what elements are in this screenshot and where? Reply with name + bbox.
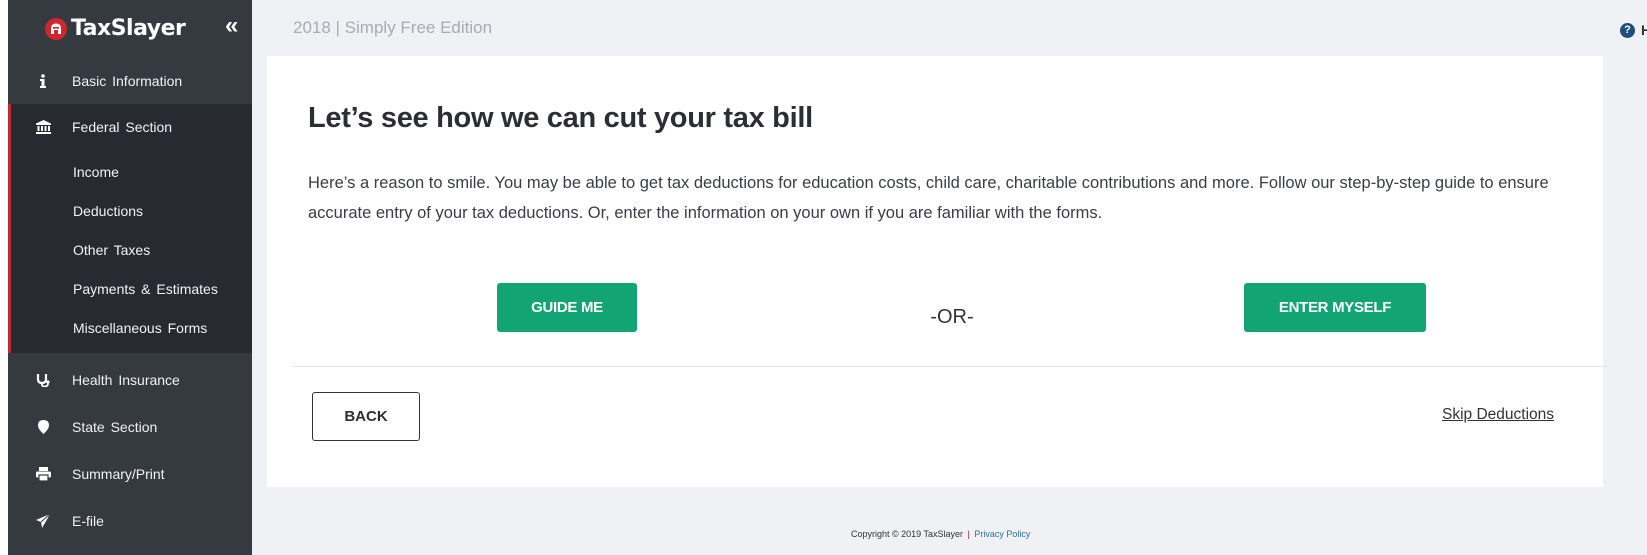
info-icon (8, 74, 72, 88)
collapse-sidebar-icon[interactable]: « (225, 14, 238, 38)
intro-paragraph: Here’s a reason to smile. You may be abl… (308, 174, 1549, 222)
stethoscope-icon (8, 373, 72, 387)
sidebar-item-label: Summary/Print (72, 466, 165, 482)
sidebar-subitem-deductions[interactable]: Deductions (11, 196, 252, 226)
sidebar-item-label: Federal Section (72, 119, 173, 135)
bank-icon (8, 120, 72, 134)
helmet-logo-icon (45, 17, 67, 40)
sidebar-item-label: Basic Information (72, 73, 183, 89)
sidebar-item-label: Health Insurance (72, 372, 180, 388)
sidebar-item-summary-print[interactable]: Summary/Print (8, 451, 252, 497)
guide-me-button[interactable]: GUIDE ME (497, 283, 637, 332)
sidebar-subitem-miscellaneous-forms[interactable]: Miscellaneous Forms (11, 313, 252, 343)
sidebar: TaxSlayer « Basic Information Federal Se… (8, 0, 252, 555)
page-title: Let’s see how we can cut your tax bill (308, 102, 813, 134)
sidebar-item-label: State Section (72, 419, 158, 435)
sidebar-item-state-section[interactable]: State Section (8, 404, 252, 450)
sidebar-item-label: E-file (72, 513, 104, 529)
skip-deductions-link[interactable]: Skip Deductions (1442, 406, 1554, 424)
sidebar-subitem-income[interactable]: Income (11, 157, 252, 187)
brand-name: TaxSlayer (71, 16, 186, 41)
sidebar-item-e-file[interactable]: E-file (8, 498, 252, 544)
deductions-intro-card: Let’s see how we can cut your tax bill H… (267, 56, 1607, 487)
edition-title: 2018 | Simply Free Edition (293, 18, 493, 37)
map-marker-icon (8, 420, 72, 434)
back-button[interactable]: BACK (312, 392, 420, 441)
sidebar-item-federal-section[interactable]: Federal Section (8, 104, 252, 150)
sidebar-subitem-other-taxes[interactable]: Other Taxes (11, 235, 252, 265)
sidebar-item-health-insurance[interactable]: Health Insurance (8, 357, 252, 403)
window-edge (0, 0, 8, 555)
enter-myself-button[interactable]: ENTER MYSELF (1244, 283, 1426, 332)
help-question-icon: ? (1620, 22, 1635, 38)
footer-separator: | (967, 529, 970, 539)
divider (291, 366, 1607, 367)
copyright-text: Copyright © 2019 TaxSlayer (851, 529, 964, 539)
footer: Copyright © 2019 TaxSlayer | Privacy Pol… (851, 529, 1030, 539)
sidebar-subitem-payments-estimates[interactable]: Payments & Estimates (11, 274, 252, 304)
help-button[interactable]: ? H (1620, 22, 1647, 38)
sidebar-item-basic-information[interactable]: Basic Information (8, 58, 252, 104)
or-separator: -OR- (930, 306, 974, 328)
privacy-policy-link[interactable]: Privacy Policy (974, 529, 1030, 539)
taxslayer-logo[interactable]: TaxSlayer (45, 16, 186, 41)
brand-header: TaxSlayer « (8, 0, 252, 56)
paper-plane-icon (8, 514, 72, 528)
help-label: H (1641, 22, 1647, 38)
federal-section-group: Federal Section Income Deductions Other … (8, 104, 252, 353)
print-icon (8, 467, 72, 481)
